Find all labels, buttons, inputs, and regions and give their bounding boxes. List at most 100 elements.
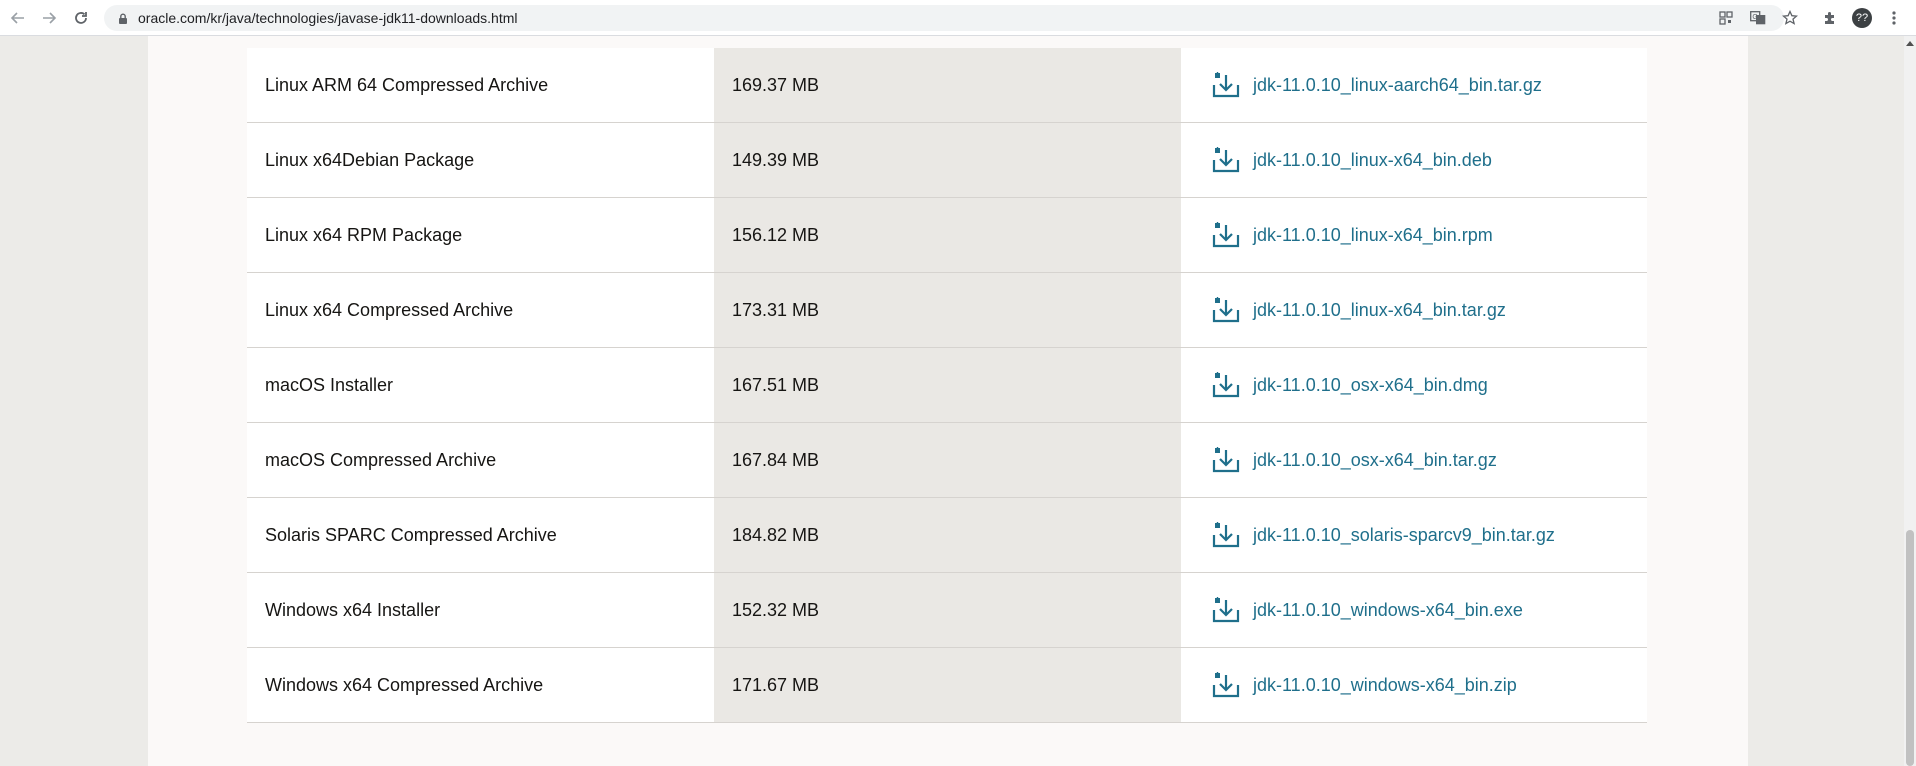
- download-link[interactable]: jdk-11.0.10_solaris-sparcv9_bin.tar.gz: [1253, 525, 1555, 546]
- table-row: Windows x64 Installer 152.32 MB jdk-11.0…: [247, 573, 1647, 648]
- download-icon[interactable]: [1211, 520, 1241, 550]
- download-icon[interactable]: [1211, 70, 1241, 100]
- file-size: 149.39 MB: [732, 149, 820, 170]
- address-bar[interactable]: oracle.com/kr/java/technologies/javase-j…: [104, 5, 1784, 31]
- file-size-cell: 167.84 MB: [714, 423, 1181, 497]
- product-name: Linux x64 RPM Package: [265, 224, 463, 245]
- product-name-cell: Linux ARM 64 Compressed Archive: [247, 48, 714, 122]
- download-link[interactable]: jdk-11.0.10_osx-x64_bin.tar.gz: [1253, 450, 1497, 471]
- download-link[interactable]: jdk-11.0.10_windows-x64_bin.exe: [1253, 600, 1523, 621]
- product-name-cell: macOS Compressed Archive: [247, 423, 714, 497]
- download-cell: jdk-11.0.10_windows-x64_bin.exe: [1181, 573, 1647, 647]
- content-panel: Linux ARM 64 Compressed Archive 169.37 M…: [148, 36, 1748, 766]
- file-size-cell: 167.51 MB: [714, 348, 1181, 422]
- table-row: Linux x64Debian Package 149.39 MB jdk-11…: [247, 123, 1647, 198]
- downloads-table: Linux ARM 64 Compressed Archive 169.37 M…: [247, 48, 1647, 723]
- download-icon[interactable]: [1211, 295, 1241, 325]
- svg-text:G: G: [1752, 14, 1757, 21]
- file-size-cell: 184.82 MB: [714, 498, 1181, 572]
- caret-up-icon: [1906, 41, 1914, 46]
- product-name: Linux x64 Compressed Archive: [265, 299, 514, 320]
- download-icon[interactable]: [1211, 445, 1241, 475]
- file-size: 173.31 MB: [732, 299, 820, 320]
- product-name-cell: Windows x64 Installer: [247, 573, 714, 647]
- profile-button[interactable]: ??: [1850, 6, 1874, 30]
- product-name: macOS Compressed Archive: [265, 449, 497, 470]
- file-size: 156.12 MB: [732, 224, 820, 245]
- product-name-cell: Windows x64 Compressed Archive: [247, 648, 714, 722]
- product-name-cell: Linux x64 RPM Package: [247, 198, 714, 272]
- arrow-left-icon: [10, 12, 24, 24]
- table-row: Solaris SPARC Compressed Archive 184.82 …: [247, 498, 1647, 573]
- menu-button[interactable]: [1882, 6, 1906, 30]
- browser-toolbar: oracle.com/kr/java/technologies/javase-j…: [0, 0, 1916, 36]
- translate-button[interactable]: G: [1746, 6, 1770, 30]
- url-text: oracle.com/kr/java/technologies/javase-j…: [138, 10, 518, 26]
- file-size-cell: 152.32 MB: [714, 573, 1181, 647]
- file-size: 171.67 MB: [732, 674, 820, 695]
- vertical-scrollbar[interactable]: [1904, 36, 1916, 766]
- download-icon[interactable]: [1211, 670, 1241, 700]
- download-link[interactable]: jdk-11.0.10_linux-x64_bin.deb: [1253, 150, 1492, 171]
- download-cell: jdk-11.0.10_osx-x64_bin.dmg: [1181, 348, 1647, 422]
- download-cell: jdk-11.0.10_linux-x64_bin.tar.gz: [1181, 273, 1647, 347]
- product-name: macOS Installer: [265, 374, 394, 395]
- back-button[interactable]: [6, 6, 30, 30]
- product-name: Windows x64 Installer: [265, 599, 441, 620]
- star-icon: [1782, 10, 1798, 25]
- translate-icon: G: [1750, 11, 1766, 25]
- file-size: 167.51 MB: [732, 374, 820, 395]
- table-row: Linux x64 Compressed Archive 173.31 MB j…: [247, 273, 1647, 348]
- file-size-cell: 173.31 MB: [714, 273, 1181, 347]
- file-size: 184.82 MB: [732, 524, 820, 545]
- product-name-cell: macOS Installer: [247, 348, 714, 422]
- download-icon[interactable]: [1211, 145, 1241, 175]
- bookmark-star-button[interactable]: [1778, 6, 1802, 30]
- arrow-right-icon: [43, 12, 57, 24]
- qr-code-icon: [1719, 11, 1733, 25]
- file-size: 169.37 MB: [732, 74, 820, 95]
- download-link[interactable]: jdk-11.0.10_osx-x64_bin.dmg: [1253, 375, 1488, 396]
- table-row: Windows x64 Compressed Archive 171.67 MB…: [247, 648, 1647, 723]
- extensions-button[interactable]: [1818, 6, 1842, 30]
- download-cell: jdk-11.0.10_solaris-sparcv9_bin.tar.gz: [1181, 498, 1647, 572]
- download-link[interactable]: jdk-11.0.10_linux-x64_bin.rpm: [1253, 225, 1493, 246]
- file-size: 152.32 MB: [732, 599, 820, 620]
- product-name: Solaris SPARC Compressed Archive: [265, 524, 557, 545]
- table-row: macOS Compressed Archive 167.84 MB jdk-1…: [247, 423, 1647, 498]
- product-name-cell: Linux x64Debian Package: [247, 123, 714, 197]
- download-cell: jdk-11.0.10_windows-x64_bin.zip: [1181, 648, 1647, 722]
- qr-code-button[interactable]: [1714, 6, 1738, 30]
- scrollbar-thumb[interactable]: [1906, 530, 1914, 766]
- reload-button[interactable]: [69, 6, 93, 30]
- download-cell: jdk-11.0.10_linux-aarch64_bin.tar.gz: [1181, 48, 1647, 122]
- puzzle-icon: [1825, 12, 1834, 24]
- page-viewport: Linux ARM 64 Compressed Archive 169.37 M…: [0, 36, 1904, 766]
- download-cell: jdk-11.0.10_linux-x64_bin.rpm: [1181, 198, 1647, 272]
- lock-icon: [119, 13, 127, 24]
- avatar: ??: [1852, 8, 1872, 28]
- file-size-cell: 169.37 MB: [714, 48, 1181, 122]
- product-name: Linux x64Debian Package: [265, 149, 475, 170]
- product-name-cell: Linux x64 Compressed Archive: [247, 273, 714, 347]
- download-link[interactable]: jdk-11.0.10_linux-aarch64_bin.tar.gz: [1253, 75, 1542, 96]
- table-row: Linux ARM 64 Compressed Archive 169.37 M…: [247, 48, 1647, 123]
- download-icon[interactable]: [1211, 595, 1241, 625]
- file-size: 167.84 MB: [732, 449, 820, 470]
- product-name: Linux ARM 64 Compressed Archive: [265, 74, 549, 95]
- download-cell: jdk-11.0.10_osx-x64_bin.tar.gz: [1181, 423, 1647, 497]
- forward-button[interactable]: [37, 6, 61, 30]
- kebab-menu-icon: [1892, 11, 1896, 25]
- download-icon[interactable]: [1211, 370, 1241, 400]
- table-row: macOS Installer 167.51 MB jdk-11.0.10_os…: [247, 348, 1647, 423]
- download-icon[interactable]: [1211, 220, 1241, 250]
- file-size-cell: 171.67 MB: [714, 648, 1181, 722]
- file-size-cell: 149.39 MB: [714, 123, 1181, 197]
- product-name: Windows x64 Compressed Archive: [265, 674, 544, 695]
- reload-icon: [75, 12, 87, 24]
- scroll-up-button[interactable]: [1904, 38, 1916, 48]
- download-link[interactable]: jdk-11.0.10_linux-x64_bin.tar.gz: [1253, 300, 1506, 321]
- product-name-cell: Solaris SPARC Compressed Archive: [247, 498, 714, 572]
- file-size-cell: 156.12 MB: [714, 198, 1181, 272]
- download-link[interactable]: jdk-11.0.10_windows-x64_bin.zip: [1253, 675, 1517, 696]
